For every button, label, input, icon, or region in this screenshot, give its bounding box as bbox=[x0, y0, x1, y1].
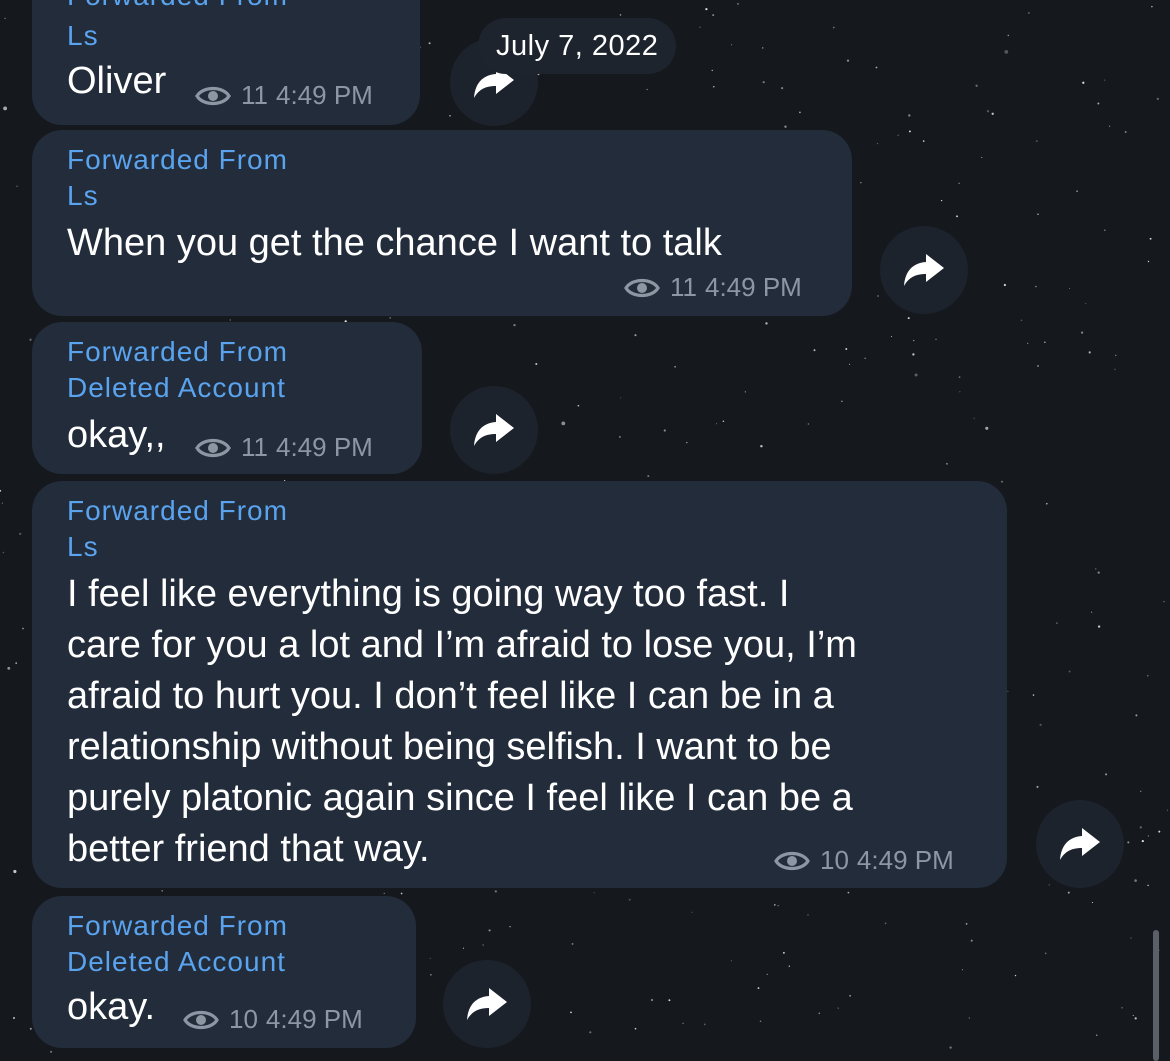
view-count: 11 bbox=[241, 432, 268, 462]
forwarded-from-label: Forwarded From bbox=[67, 144, 288, 175]
message-meta: 11 4:49 PM bbox=[195, 80, 373, 111]
share-button[interactable] bbox=[1036, 800, 1124, 888]
share-button[interactable] bbox=[443, 960, 531, 1048]
message-time: 4:49 PM bbox=[265, 1004, 363, 1034]
message-text: okay,, bbox=[67, 414, 166, 456]
forwarded-from-label: Forwarded From bbox=[67, 0, 288, 14]
share-button[interactable] bbox=[450, 386, 538, 474]
message-bubble[interactable]: Forwarded From Ls I feel like everything… bbox=[32, 481, 1007, 888]
message-text-line: care for you a lot and I’m afraid to los… bbox=[67, 624, 857, 666]
forwarded-from-label: Forwarded From bbox=[67, 495, 288, 526]
message-meta: 10 4:49 PM bbox=[774, 845, 954, 876]
eye-icon bbox=[774, 849, 810, 873]
message-text-line: relationship without being selfish. I wa… bbox=[67, 726, 832, 768]
share-arrow-icon bbox=[467, 988, 507, 1020]
scrollbar[interactable] bbox=[1153, 930, 1159, 1061]
view-count: 11 bbox=[670, 272, 697, 302]
message-meta: 11 4:49 PM bbox=[624, 272, 802, 303]
message-text-line: better friend that way. bbox=[67, 828, 430, 870]
view-count: 10 bbox=[229, 1004, 258, 1034]
sender-name[interactable]: Ls bbox=[67, 178, 99, 214]
share-arrow-icon bbox=[474, 414, 514, 446]
message-text: When you get the chance I want to talk bbox=[67, 222, 722, 264]
message-meta: 11 4:49 PM bbox=[195, 432, 373, 463]
view-count: 10 bbox=[820, 845, 849, 875]
message-time: 4:49 PM bbox=[276, 432, 373, 462]
share-arrow-icon bbox=[1060, 828, 1100, 860]
message-bubble[interactable]: Forwarded From Deleted Account okay. 10 … bbox=[32, 896, 416, 1048]
forwarded-from-label: Forwarded From bbox=[67, 910, 288, 941]
message-text-line: I feel like everything is going way too … bbox=[67, 573, 790, 615]
eye-icon bbox=[624, 276, 660, 300]
message-time: 4:49 PM bbox=[705, 272, 802, 302]
eye-icon bbox=[183, 1008, 219, 1032]
message-text: Oliver bbox=[67, 60, 167, 102]
message-text-line: purely platonic again since I feel like … bbox=[67, 777, 853, 819]
message-time: 4:49 PM bbox=[276, 80, 373, 110]
share-arrow-icon bbox=[904, 254, 944, 286]
message-text-line: afraid to hurt you. I don’t feel like I … bbox=[67, 675, 834, 717]
forwarded-from-label: Forwarded From bbox=[67, 336, 288, 367]
message-bubble[interactable]: Forwarded From Deleted Account okay,, 11… bbox=[32, 322, 422, 474]
eye-icon bbox=[195, 84, 231, 108]
sender-name[interactable]: Ls bbox=[67, 18, 99, 54]
view-count: 11 bbox=[241, 80, 268, 110]
date-header: July 7, 2022 bbox=[478, 18, 677, 74]
message-text: okay. bbox=[67, 986, 156, 1028]
eye-icon bbox=[195, 436, 231, 460]
message-bubble[interactable]: Forwarded From Ls When you get the chanc… bbox=[32, 130, 852, 316]
message-bubble[interactable]: Forwarded From Ls Oliver 11 4:49 PM bbox=[32, 0, 420, 125]
message-meta: 10 4:49 PM bbox=[183, 1004, 363, 1035]
sender-name[interactable]: Deleted Account bbox=[67, 370, 286, 406]
share-button[interactable] bbox=[880, 226, 968, 314]
sender-name[interactable]: Deleted Account bbox=[67, 944, 286, 980]
message-time: 4:49 PM bbox=[856, 845, 954, 875]
sender-name[interactable]: Ls bbox=[67, 529, 99, 565]
